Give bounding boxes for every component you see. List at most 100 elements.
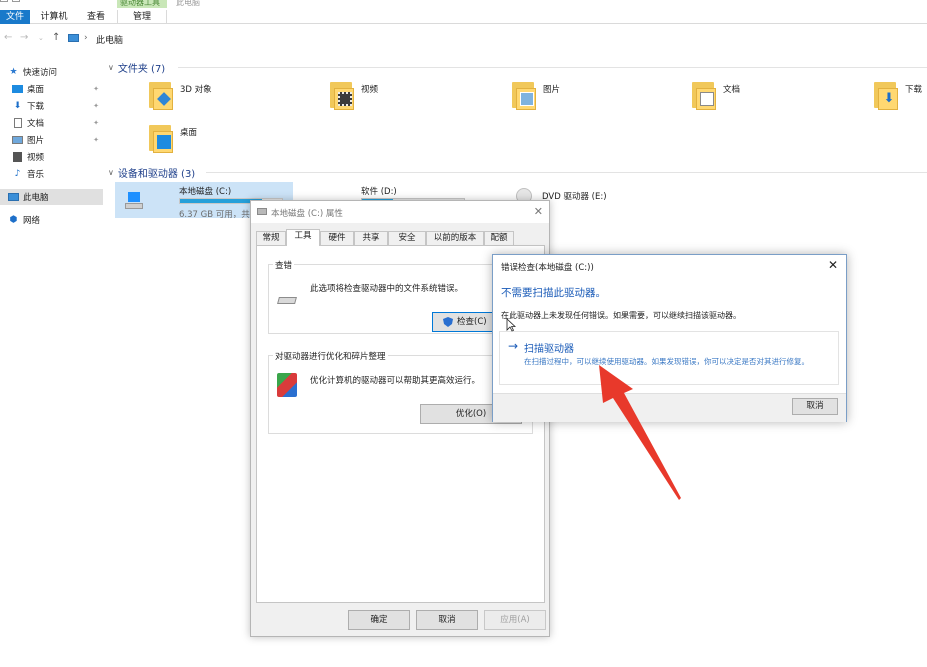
chevron-down-icon: ∨ (108, 168, 114, 177)
nav-label: 网络 (23, 216, 41, 226)
tab-computer[interactable]: 计算机 (38, 10, 70, 24)
cancel-button[interactable]: 取消 (416, 610, 478, 630)
pin-icon[interactable]: ✦ (93, 85, 99, 93)
nav-label: 快速访问 (23, 68, 58, 78)
tab-file[interactable]: 文件 (0, 10, 30, 24)
navigation-pane: ★ 快速访问 桌面 ✦ ⬇ 下载 ✦ 文档 ✦ 图片 ✦ 视频 ♪ 音乐 此电脑… (0, 60, 103, 667)
windows-drive-icon (125, 192, 143, 210)
computer-icon (8, 192, 19, 202)
nav-label: 下载 (27, 102, 45, 112)
group-label: 查错 (273, 259, 295, 271)
defrag-icon (277, 373, 297, 397)
breadcrumb-chevron-icon[interactable]: › (84, 33, 88, 43)
folder-label: 文档 (723, 85, 741, 95)
folders-header-label: 文件夹 (7) (117, 64, 166, 75)
nav-pictures[interactable]: 图片 ✦ (12, 132, 103, 148)
close-icon[interactable]: ✕ (534, 205, 543, 218)
recent-dropdown-icon[interactable]: ⌄ (38, 34, 44, 42)
error-dialog-heading: 不需要扫描此驱动器。 (501, 287, 606, 299)
qat-new-folder-icon[interactable] (12, 0, 20, 2)
nav-label: 图片 (27, 136, 45, 146)
up-arrow-icon[interactable]: ↑ (52, 32, 60, 43)
error-dialog-title: 错误检查(本地磁盘 (C:)) (501, 263, 594, 273)
pin-icon[interactable]: ✦ (93, 119, 99, 127)
tab-sharing[interactable]: 共享 (354, 231, 388, 245)
scan-drive-title: 扫描驱动器 (524, 344, 574, 355)
desktop-icon (12, 84, 23, 94)
folders-header[interactable]: ∨ 文件夹 (7) (108, 60, 165, 75)
properties-title-bar[interactable]: 本地磁盘 (C:) 属性 ✕ (251, 201, 549, 223)
optimize-text: 优化计算机的驱动器可以帮助其更高效运行。 (310, 376, 481, 386)
tab-quota[interactable]: 配额 (484, 231, 514, 245)
drive-c-free-space: 6.37 GB 可用，共 (179, 210, 250, 220)
download-icon: ⬇ (13, 101, 22, 111)
mouse-cursor-icon (506, 318, 516, 332)
folder-documents[interactable]: 文档 (690, 80, 860, 120)
nav-label: 桌面 (27, 85, 45, 95)
scan-drive-option[interactable]: → 扫描驱动器 在扫描过程中，可以继续使用驱动器。如果发现错误，你可以决定是否对… (499, 331, 839, 385)
error-dialog-subtext: 在此驱动器上未发现任何错误。如果需要，可以继续扫描该驱动器。 (501, 311, 741, 320)
forward-arrow-icon[interactable]: → (20, 32, 28, 43)
music-icon: ♪ (14, 169, 21, 179)
scan-drive-description: 在扫描过程中，可以继续使用驱动器。如果发现错误，你可以决定是否对其进行修复。 (524, 357, 809, 366)
drive-label: 软件 (D:) (361, 187, 397, 197)
drive-icon (257, 208, 267, 215)
pin-icon[interactable]: ✦ (93, 136, 99, 144)
drives-header-label: 设备和驱动器 (3) (117, 169, 196, 180)
tab-hardware[interactable]: 硬件 (320, 231, 354, 245)
nav-quick-access[interactable]: ★ 快速访问 (8, 64, 111, 80)
folder-3d-objects[interactable]: 3D 对象 (147, 80, 317, 120)
apply-button[interactable]: 应用(A) (484, 610, 546, 630)
pin-icon[interactable]: ✦ (93, 102, 99, 110)
folder-downloads[interactable]: ⬇ 下载 (872, 80, 927, 120)
close-icon[interactable]: ✕ (828, 258, 838, 272)
drives-header[interactable]: ∨ 设备和驱动器 (3) (108, 165, 195, 180)
drive-label: 本地磁盘 (C:) (179, 187, 232, 197)
3d-objects-icon (147, 80, 173, 110)
folder-label: 视频 (361, 85, 379, 95)
window-title: 此电脑 (176, 0, 200, 7)
nav-music[interactable]: ♪ 音乐 (12, 166, 103, 182)
breadcrumb-this-pc[interactable]: 此电脑 (96, 33, 123, 46)
network-icon: ⬢ (9, 215, 18, 225)
nav-desktop[interactable]: 桌面 ✦ (12, 81, 103, 97)
nav-downloads[interactable]: ⬇ 下载 ✦ (12, 98, 103, 114)
section-divider (206, 172, 927, 173)
section-divider (178, 67, 927, 68)
folder-pictures[interactable]: 图片 (510, 80, 680, 120)
folder-videos[interactable]: 视频 (328, 80, 498, 120)
folder-label: 3D 对象 (180, 85, 212, 95)
qat-properties-icon[interactable] (0, 0, 8, 2)
folder-label: 图片 (543, 85, 561, 95)
tab-view[interactable]: 查看 (84, 10, 108, 24)
pictures-folder-icon (510, 80, 536, 110)
tab-tools[interactable]: 工具 (286, 229, 320, 246)
nav-label: 音乐 (27, 170, 45, 180)
back-arrow-icon[interactable]: ← (4, 32, 12, 43)
address-bar: ← → ⌄ ↑ › 此电脑 (0, 30, 927, 48)
video-folder-icon (328, 80, 354, 110)
nav-label: 此电脑 (23, 193, 49, 203)
tab-security[interactable]: 安全 (388, 231, 426, 245)
nav-label: 视频 (27, 153, 45, 163)
group-label: 对驱动器进行优化和碎片整理 (273, 350, 388, 362)
nav-videos[interactable]: 视频 (12, 149, 103, 165)
video-icon (12, 152, 23, 162)
folder-desktop[interactable]: 桌面 (147, 123, 317, 163)
error-checking-dialog: 错误检查(本地磁盘 (C:)) ✕ 不需要扫描此驱动器。 在此驱动器上未发现任何… (492, 254, 847, 422)
shield-icon (443, 317, 453, 327)
context-group-title: 驱动器工具 (120, 0, 160, 7)
tab-previous-versions[interactable]: 以前的版本 (426, 231, 484, 245)
nav-documents[interactable]: 文档 ✦ (12, 115, 103, 131)
document-icon (12, 118, 23, 128)
ok-button[interactable]: 确定 (348, 610, 410, 630)
error-cancel-button[interactable]: 取消 (792, 398, 838, 415)
error-dialog-footer: 取消 (493, 393, 846, 422)
tab-general[interactable]: 常规 (256, 231, 286, 245)
arrow-right-icon: → (508, 339, 519, 353)
computer-icon (68, 34, 79, 42)
nav-this-pc[interactable]: 此电脑 (0, 189, 103, 205)
drive-label: DVD 驱动器 (E:) (542, 192, 607, 202)
tab-manage[interactable]: 管理 (117, 10, 167, 24)
nav-network[interactable]: ⬢ 网络 (8, 212, 111, 228)
